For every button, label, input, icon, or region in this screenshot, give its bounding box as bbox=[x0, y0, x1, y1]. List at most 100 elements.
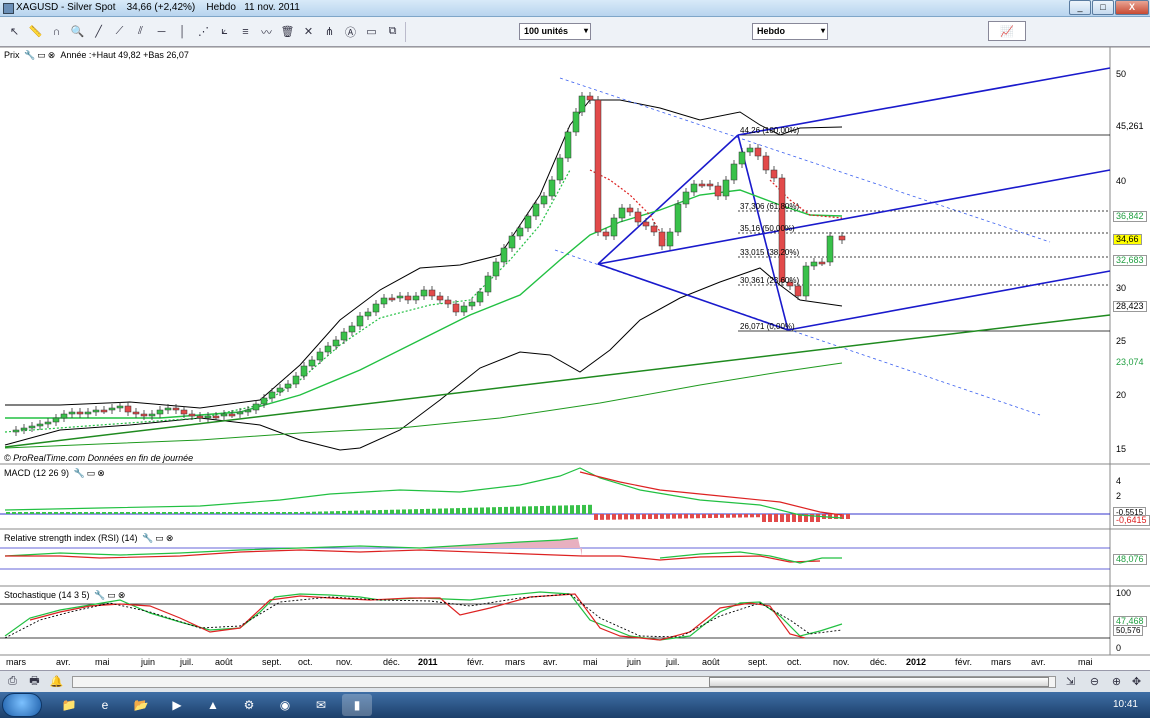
candle bbox=[436, 295, 444, 301]
candle bbox=[444, 299, 452, 305]
candle bbox=[92, 409, 100, 413]
print-preview-icon[interactable]: ⎙ bbox=[4, 673, 21, 690]
candle bbox=[810, 261, 818, 267]
print-icon[interactable]: 🖶 bbox=[26, 673, 43, 690]
folder-icon[interactable]: 📂 bbox=[126, 694, 156, 716]
vlc-icon[interactable]: ▲ bbox=[198, 694, 228, 716]
candle bbox=[674, 203, 682, 233]
candle bbox=[332, 339, 340, 347]
prorealtime-icon[interactable]: ▮ bbox=[342, 694, 372, 716]
macd-bar bbox=[270, 512, 274, 514]
chart-scrollbar[interactable] bbox=[72, 676, 1056, 688]
macd-bar bbox=[216, 512, 220, 514]
macd-bar bbox=[186, 512, 190, 514]
macd-bar bbox=[540, 506, 544, 514]
macd-bar bbox=[486, 507, 490, 514]
macd-bar bbox=[756, 514, 760, 518]
macd-bar bbox=[474, 507, 478, 514]
macd-bar bbox=[744, 514, 748, 518]
candle bbox=[76, 411, 84, 415]
fib-label-100: 44,26 (100,00%) bbox=[740, 126, 799, 135]
zoom-out-icon[interactable]: ⊖ bbox=[1086, 673, 1103, 690]
macd-bar bbox=[846, 514, 850, 519]
macd-bar bbox=[516, 506, 520, 514]
x-tick: août bbox=[702, 657, 720, 667]
x-tick-year: 2012 bbox=[906, 657, 927, 667]
media-player-icon[interactable]: ▶ bbox=[162, 694, 192, 716]
candle bbox=[594, 99, 602, 233]
candle bbox=[754, 147, 762, 157]
macd-bar bbox=[792, 514, 796, 522]
x-tick: avr. bbox=[1031, 657, 1046, 667]
candle bbox=[60, 413, 68, 419]
browser-icon[interactable]: e bbox=[90, 694, 120, 716]
macd-bar bbox=[282, 512, 286, 514]
macd-bar bbox=[384, 509, 388, 514]
candle bbox=[826, 235, 834, 263]
macd-bar bbox=[414, 509, 418, 514]
candle bbox=[364, 311, 372, 317]
macd-bar bbox=[570, 505, 574, 514]
app-icon[interactable]: ✉ bbox=[306, 694, 336, 716]
macd-bar bbox=[780, 514, 784, 522]
axis-tick-28: 28,423 bbox=[1113, 301, 1147, 312]
scrollbar-thumb[interactable] bbox=[709, 677, 1049, 687]
fib-label-23: 30,361 (23,60%) bbox=[740, 276, 799, 285]
candle bbox=[180, 409, 188, 415]
macd-bar bbox=[48, 512, 52, 514]
macd-bar bbox=[504, 506, 508, 514]
macd-bar bbox=[600, 514, 604, 520]
macd-bar bbox=[36, 512, 40, 514]
explorer-icon[interactable]: 📁 bbox=[54, 694, 84, 716]
taskbar: 📁 e 📂 ▶ ▲ ⚙ ◉ ✉ ▮ 10:41 bbox=[0, 692, 1150, 718]
macd-bar bbox=[426, 508, 430, 514]
candle bbox=[68, 411, 76, 415]
macd-bar bbox=[492, 507, 496, 514]
candle bbox=[396, 295, 404, 299]
start-button[interactable] bbox=[2, 693, 42, 717]
fib-label-38: 33,015 (38,20%) bbox=[740, 248, 799, 257]
macd-bar bbox=[324, 511, 328, 514]
macd-bar bbox=[348, 510, 352, 514]
app-icon[interactable]: ⚙ bbox=[234, 694, 264, 716]
macd-bar bbox=[762, 514, 766, 522]
macd-bar bbox=[210, 512, 214, 514]
candle bbox=[348, 325, 356, 333]
macd-bar bbox=[300, 512, 304, 514]
chart-canvas[interactable]: 44,26 (100,00%) 37,306 (61,80%) 35,16 (5… bbox=[0, 0, 1150, 670]
macd-bar bbox=[108, 512, 112, 514]
candle bbox=[642, 221, 650, 227]
candle bbox=[300, 365, 308, 377]
candle bbox=[602, 231, 610, 237]
macd-bar bbox=[402, 509, 406, 514]
app-icon[interactable]: ◉ bbox=[270, 694, 300, 716]
axis-tick-45: 45,261 bbox=[1116, 121, 1144, 131]
candle bbox=[244, 409, 252, 413]
macd-bar bbox=[66, 512, 70, 514]
candle bbox=[412, 295, 420, 301]
zoom-fit-icon[interactable]: ⇲ bbox=[1062, 673, 1079, 690]
macd-bar bbox=[708, 514, 712, 519]
candle bbox=[292, 375, 300, 385]
macd-bar bbox=[294, 512, 298, 514]
macd-bar bbox=[342, 510, 346, 514]
macd-bar bbox=[684, 514, 688, 519]
candle bbox=[260, 397, 268, 405]
bell-icon[interactable]: 🔔 bbox=[48, 673, 65, 690]
candle bbox=[650, 225, 658, 233]
macd-bar bbox=[24, 512, 28, 514]
rsi-value: 48,076 bbox=[1113, 554, 1147, 565]
macd-bar bbox=[816, 514, 820, 522]
candlesticks bbox=[12, 92, 846, 436]
macd-bar bbox=[84, 512, 88, 514]
zoom-in-icon[interactable]: ⊕ bbox=[1108, 673, 1125, 690]
macd-bar bbox=[420, 509, 424, 514]
macd-bar bbox=[354, 510, 358, 514]
macd-bar bbox=[6, 512, 10, 514]
axis-tick-15: 15 bbox=[1116, 444, 1127, 454]
candle bbox=[564, 131, 572, 159]
move-icon[interactable]: ✥ bbox=[1128, 673, 1145, 690]
macd-bar bbox=[396, 509, 400, 514]
x-tick: sept. bbox=[262, 657, 282, 667]
candle bbox=[706, 183, 714, 187]
